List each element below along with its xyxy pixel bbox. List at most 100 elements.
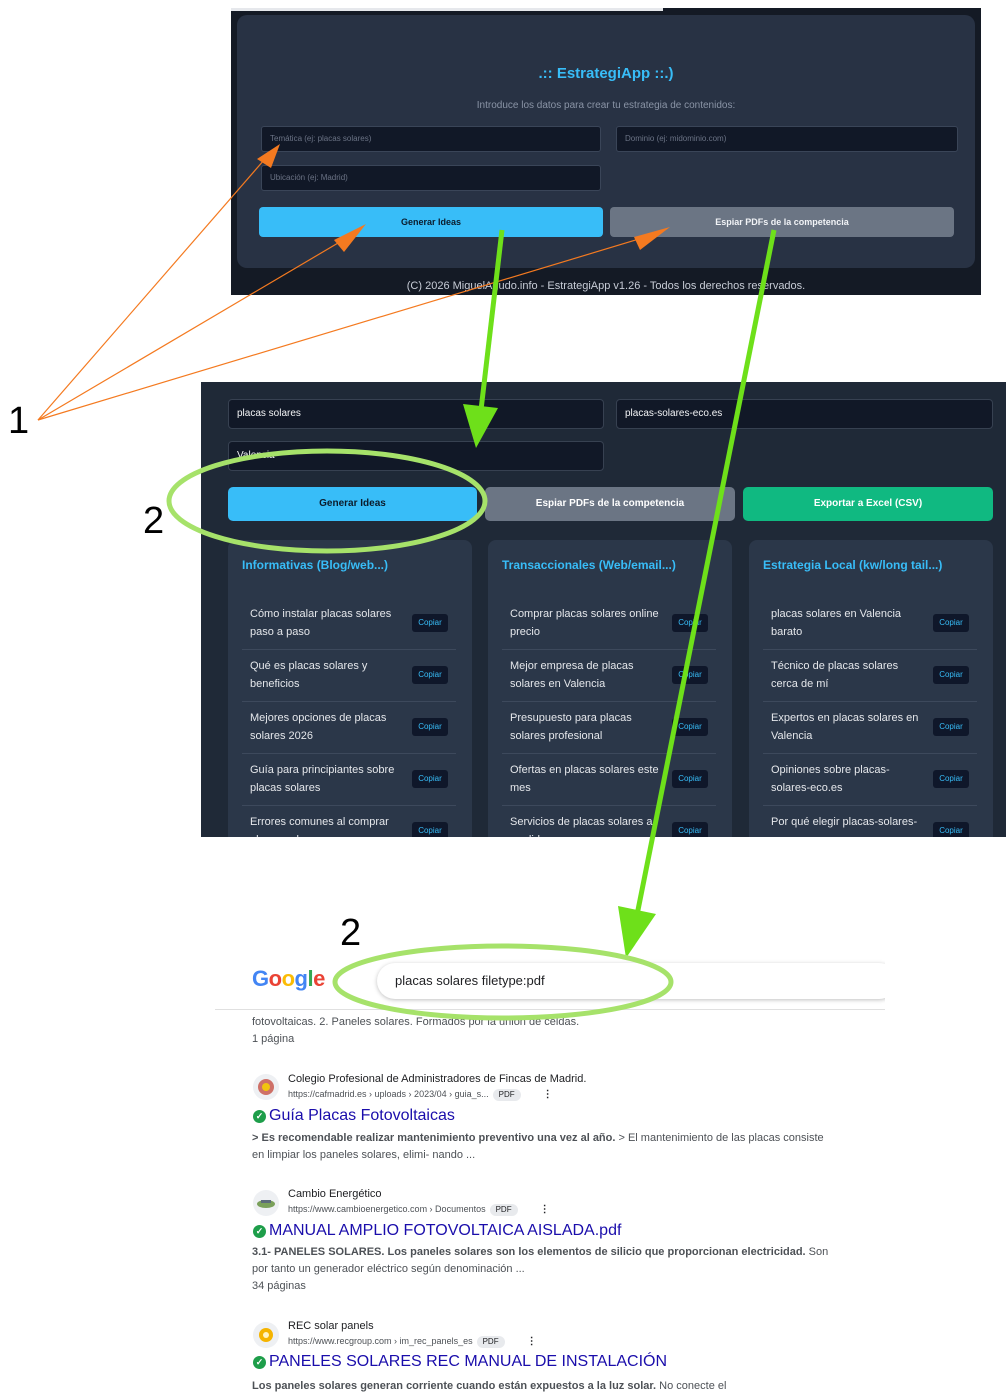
idea-row: Opiniones sobre placas-solares-eco.es Co… (763, 754, 977, 806)
result-title-text: MANUAL AMPLIO FOTOVOLTAICA AISLADA.pdf (269, 1222, 622, 1239)
copy-button[interactable]: Copiar (672, 666, 708, 684)
copy-button[interactable]: Copiar (412, 718, 448, 736)
idea-row: Por qué elegir placas-solares-eco.es Cop… (763, 806, 977, 837)
column-estrategia-local: Estrategia Local (kw/long tail...) placa… (749, 540, 993, 837)
copy-button[interactable]: Copiar (412, 614, 448, 632)
espiar-pdfs-button[interactable]: Espiar PDFs de la competencia (610, 207, 954, 237)
result-url[interactable]: https://www.cambioenergetico.com › Docum… (288, 1204, 550, 1216)
dominio-input[interactable]: Dominio (ej: midominio.com) (616, 126, 958, 152)
result-site-name[interactable]: Colegio Profesional de Administradores d… (288, 1073, 586, 1085)
copy-button[interactable]: Copiar (933, 822, 969, 837)
idea-text: Guía para principiantes sobre placas sol… (250, 764, 395, 794)
url-text: https://www.recgroup.com › im_rec_panels… (288, 1336, 473, 1346)
result-title[interactable]: ✓ MANUAL AMPLIO FOTOVOLTAICA AISLADA.pdf (253, 1222, 621, 1240)
app-screenshot-results: placas solares placas-solares-eco.es Val… (201, 382, 1006, 837)
annotation-label-1: 1 (8, 400, 30, 442)
tematica-input[interactable]: placas solares (228, 399, 604, 429)
idea-text: Mejor empresa de placas solares en Valen… (510, 660, 634, 690)
copy-button[interactable]: Copiar (672, 822, 708, 837)
dominio-input[interactable]: placas-solares-eco.es (616, 399, 993, 429)
result-title[interactable]: ✓ PANELES SOLARES REC MANUAL DE INSTALACI… (253, 1353, 667, 1371)
previous-result-pages: 1 página (252, 1033, 295, 1045)
result-site-name[interactable]: REC solar panels (288, 1320, 374, 1332)
more-options-icon[interactable]: ⋮ (543, 1089, 553, 1100)
app-title: .:: EstrategiApp ::.) (538, 65, 674, 82)
idea-row: Ofertas en placas solares este mes Copia… (502, 754, 716, 806)
generar-ideas-button[interactable]: Generar Ideas (228, 487, 477, 521)
ubicacion-input[interactable]: Valencia (228, 441, 604, 471)
result-title-text: PANELES SOLARES REC MANUAL DE INSTALACIÓ… (269, 1353, 668, 1370)
more-options-icon[interactable]: ⋮ (527, 1336, 537, 1347)
previous-result-snippet: fotovoltaicas. 2. Paneles solares. Forma… (252, 1016, 580, 1028)
column-title: Transaccionales (Web/email...) (502, 558, 676, 572)
verified-check-icon: ✓ (253, 1356, 266, 1369)
search-box[interactable]: placas solares filetype:pdf (377, 963, 885, 999)
snippet-bold: Los paneles solares generan corriente cu… (252, 1380, 657, 1392)
verified-check-icon: ✓ (253, 1225, 266, 1238)
ubicacion-input[interactable]: Ubicación (ej: Madrid) (261, 165, 601, 191)
app-form-card: .:: EstrategiApp ::.) Introduce los dato… (237, 15, 975, 268)
idea-row: Mejores opciones de placas solares 2026 … (242, 702, 456, 754)
app-subtitle: Introduce los datos para crear tu estrat… (476, 100, 736, 111)
column-title: Estrategia Local (kw/long tail...) (763, 558, 943, 572)
result-title[interactable]: ✓ Guía Placas Fotovoltaicas (253, 1107, 455, 1125)
idea-row: Cómo instalar placas solares paso a paso… (242, 598, 456, 650)
copy-button[interactable]: Copiar (412, 666, 448, 684)
search-query[interactable]: placas solares filetype:pdf (395, 973, 545, 988)
pdf-badge: PDF (489, 1204, 518, 1216)
app-screenshot-initial: .:: EstrategiApp ::.) Introduce los dato… (231, 8, 981, 295)
result-snippet: > Es recomendable realizar mantenimiento… (252, 1130, 832, 1164)
url-text: https://cafmadrid.es › uploads › 2023/04… (288, 1089, 489, 1099)
logo-letter: G (252, 966, 269, 991)
idea-row: Qué es placas solares y beneficios Copia… (242, 650, 456, 702)
idea-text: Cómo instalar placas solares paso a paso (250, 608, 392, 638)
idea-text: Opiniones sobre placas-solares-eco.es (771, 764, 890, 794)
idea-text: Técnico de placas solares cerca de mí (771, 660, 899, 690)
idea-row: Mejor empresa de placas solares en Valen… (502, 650, 716, 702)
snippet-text: No conecte el (656, 1380, 727, 1392)
logo-letter: o (268, 966, 282, 991)
snippet-bold: > Es recomendable realizar mantenimiento… (252, 1132, 616, 1144)
result-site-name[interactable]: Cambio Energético (288, 1188, 382, 1200)
result-pages: 34 páginas (252, 1280, 306, 1292)
logo-letter: g (294, 966, 308, 991)
logo-letter: e (313, 966, 325, 991)
copy-button[interactable]: Copiar (672, 614, 708, 632)
site-favicon-icon (253, 1322, 279, 1348)
exportar-csv-button[interactable]: Exportar a Excel (CSV) (743, 487, 993, 521)
logo-letter: o (281, 966, 295, 991)
result-url[interactable]: https://cafmadrid.es › uploads › 2023/04… (288, 1089, 553, 1101)
result-url[interactable]: https://www.recgroup.com › im_rec_panels… (288, 1336, 537, 1348)
idea-text: Errores comunes al comprar placas solare… (250, 816, 389, 837)
generar-ideas-button[interactable]: Generar Ideas (259, 207, 603, 237)
copy-button[interactable]: Copiar (412, 822, 448, 837)
google-results-screenshot: Google placas solares filetype:pdf fotov… (215, 950, 885, 1396)
copy-button[interactable]: Copiar (933, 718, 969, 736)
copy-button[interactable]: Copiar (672, 770, 708, 788)
idea-text: Presupuesto para placas solares profesio… (510, 712, 632, 742)
copy-button[interactable]: Copiar (412, 770, 448, 788)
tematica-input[interactable]: Temática (ej: placas solares) (261, 126, 601, 152)
idea-row: Expertos en placas solares en Valencia C… (763, 702, 977, 754)
idea-text: placas solares en Valencia barato (771, 608, 902, 638)
snippet-bold: 3.1- PANELES SOLARES. Los paneles solare… (252, 1246, 806, 1258)
pdf-badge: PDF (492, 1089, 521, 1101)
espiar-pdfs-button[interactable]: Espiar PDFs de la competencia (485, 487, 735, 521)
copy-button[interactable]: Copiar (672, 718, 708, 736)
google-logo[interactable]: Google (252, 966, 325, 992)
result-title-text: Guía Placas Fotovoltaicas (269, 1107, 455, 1124)
copy-button[interactable]: Copiar (933, 614, 969, 632)
site-favicon-icon (253, 1190, 279, 1216)
idea-row: Errores comunes al comprar placas solare… (242, 806, 456, 837)
app-footer: (C) 2026 MiguelAgudo.info - EstrategiApp… (406, 280, 806, 292)
column-title: Informativas (Blog/web...) (242, 558, 389, 572)
idea-row: Servicios de placas solares a medida Cop… (502, 806, 716, 837)
idea-text: Mejores opciones de placas solares 2026 (250, 712, 387, 742)
idea-row: Técnico de placas solares cerca de mí Co… (763, 650, 977, 702)
column-transaccionales: Transaccionales (Web/email...) Comprar p… (488, 540, 732, 837)
idea-text: Servicios de placas solares a medida (510, 816, 653, 837)
more-options-icon[interactable]: ⋮ (540, 1204, 550, 1215)
copy-button[interactable]: Copiar (933, 770, 969, 788)
idea-text: Ofertas en placas solares este mes (510, 764, 659, 794)
copy-button[interactable]: Copiar (933, 666, 969, 684)
